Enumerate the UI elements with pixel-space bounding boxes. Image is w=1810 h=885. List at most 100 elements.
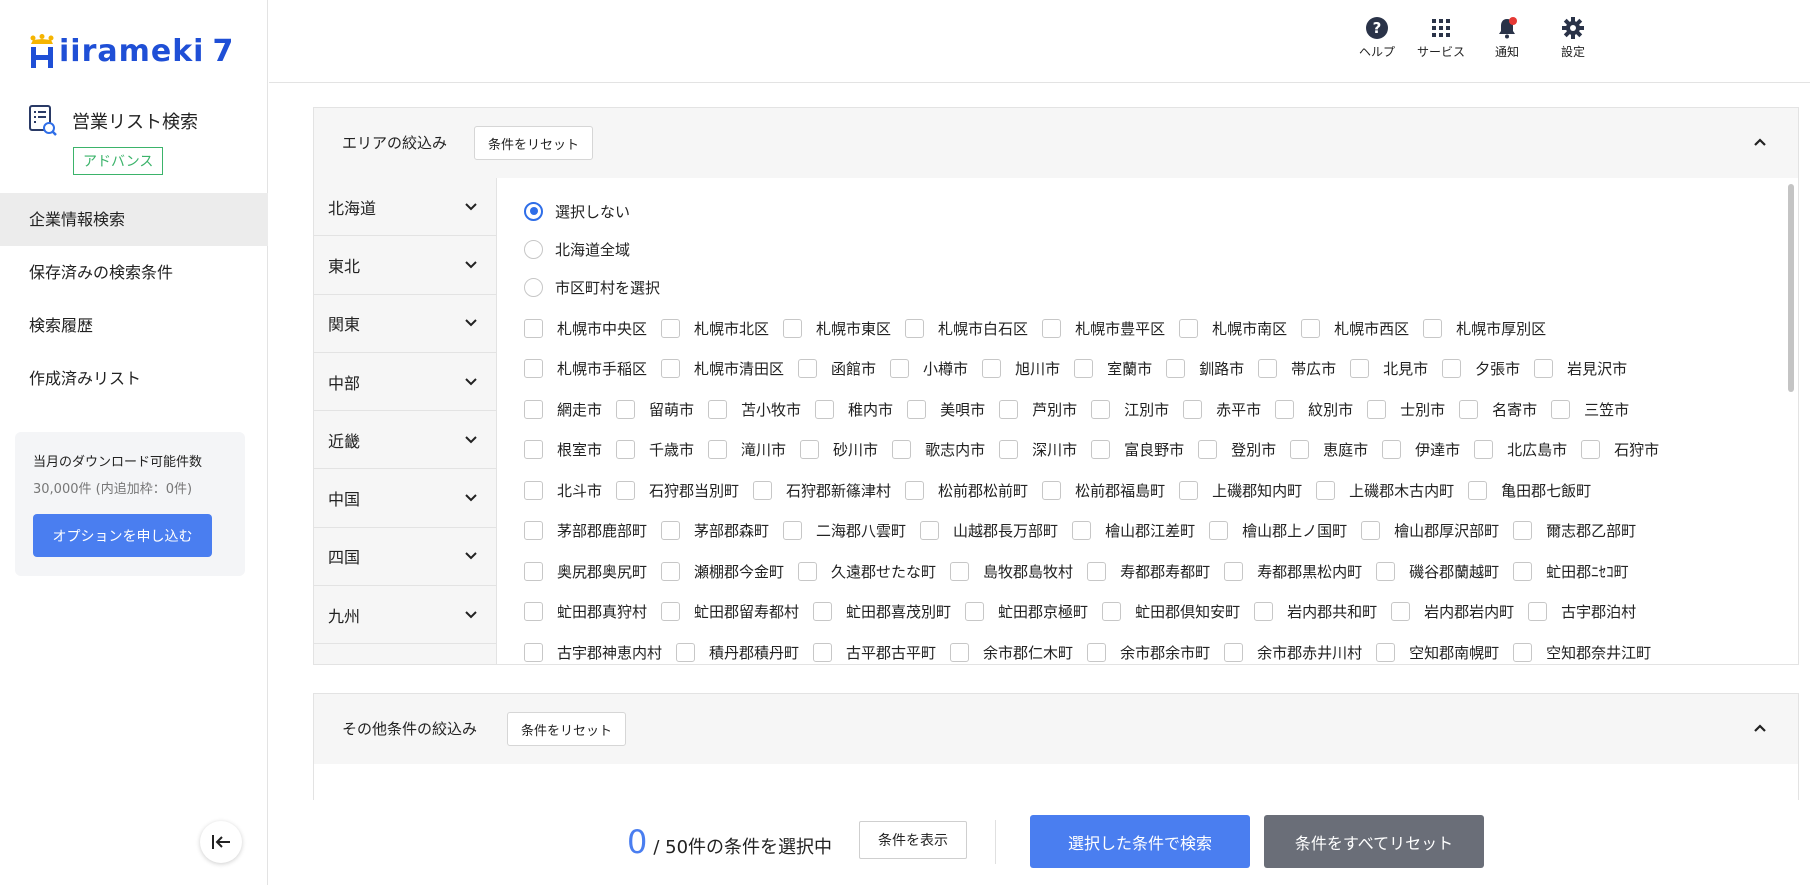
checkbox-box[interactable]	[661, 359, 681, 379]
municipality-checkbox[interactable]: 網走市	[524, 399, 602, 420]
municipality-checkbox[interactable]: 札幌市中央区	[524, 318, 647, 339]
municipality-checkbox[interactable]: 松前郡松前町	[905, 480, 1028, 501]
municipality-checkbox[interactable]: 北見市	[1350, 358, 1428, 379]
region-item[interactable]: 中国	[314, 469, 496, 528]
checkbox-box[interactable]	[950, 642, 970, 662]
region-item[interactable]: 四国	[314, 528, 496, 587]
sidebar-item-search-history[interactable]: 検索履歴	[0, 299, 268, 352]
region-item[interactable]: 東北	[314, 236, 496, 295]
municipality-checkbox[interactable]: 寿都郡黒松内町	[1224, 561, 1362, 582]
municipality-checkbox[interactable]: 江別市	[1091, 399, 1169, 420]
checkbox-box[interactable]	[661, 561, 681, 581]
checkbox-box[interactable]	[1087, 561, 1107, 581]
checkbox-box[interactable]	[1513, 561, 1533, 581]
municipality-checkbox[interactable]: 檜山郡厚沢部町	[1361, 520, 1499, 541]
services-button[interactable]: サービス	[1411, 16, 1471, 60]
checkbox-box[interactable]	[524, 561, 543, 581]
municipality-checkbox[interactable]: 千歳市	[616, 439, 694, 460]
municipality-checkbox[interactable]: 登別市	[1198, 439, 1276, 460]
settings-button[interactable]: 設定	[1543, 16, 1603, 60]
municipality-checkbox[interactable]: 積丹郡積丹町	[676, 642, 799, 663]
municipality-checkbox[interactable]: 富良野市	[1091, 439, 1184, 460]
municipality-checkbox[interactable]: 恵庭市	[1290, 439, 1368, 460]
radio-button[interactable]	[524, 277, 543, 297]
area-filter-header[interactable]: エリアの絞込み 条件をリセット	[314, 108, 1798, 178]
checkbox-box[interactable]	[1072, 521, 1092, 541]
municipality-checkbox[interactable]: 古平郡古平町	[813, 642, 936, 663]
municipality-checkbox[interactable]: 石狩郡当別町	[616, 480, 739, 501]
municipality-checkbox[interactable]: 札幌市手稲区	[524, 358, 647, 379]
checkbox-box[interactable]	[1290, 440, 1310, 460]
checkbox-box[interactable]	[798, 561, 818, 581]
logo[interactable]: iirameki 7	[27, 30, 233, 70]
checkbox-box[interactable]	[661, 318, 681, 338]
sidebar-item-company-search[interactable]: 企業情報検索	[0, 193, 268, 246]
municipality-checkbox[interactable]: 寿都郡寿都町	[1087, 561, 1210, 582]
municipality-checkbox[interactable]: 根室市	[524, 439, 602, 460]
municipality-checkbox[interactable]: 虻田郡京極町	[965, 601, 1088, 622]
checkbox-box[interactable]	[1042, 318, 1062, 338]
chevron-up-icon[interactable]	[1752, 134, 1768, 150]
municipality-checkbox[interactable]: 伊達市	[1382, 439, 1460, 460]
municipality-checkbox[interactable]: 札幌市豊平区	[1042, 318, 1165, 339]
checkbox-box[interactable]	[798, 359, 818, 379]
region-item[interactable]: 関東	[314, 295, 496, 353]
municipality-checkbox[interactable]: 歌志内市	[892, 439, 985, 460]
municipality-checkbox[interactable]: 北斗市	[524, 480, 602, 501]
checkbox-box[interactable]	[1316, 480, 1336, 500]
checkbox-box[interactable]	[905, 318, 925, 338]
municipality-checkbox[interactable]: 札幌市東区	[783, 318, 891, 339]
checkbox-box[interactable]	[1209, 521, 1229, 541]
radio-button[interactable]	[524, 239, 543, 259]
municipality-checkbox[interactable]: 砂川市	[800, 439, 878, 460]
checkbox-box[interactable]	[1254, 602, 1274, 622]
region-item[interactable]: 中部	[314, 353, 496, 412]
municipality-checkbox[interactable]: 上磯郡木古内町	[1316, 480, 1454, 501]
checkbox-box[interactable]	[783, 318, 803, 338]
municipality-checkbox[interactable]: 茅部郡鹿部町	[524, 520, 647, 541]
municipality-checkbox[interactable]: 古宇郡神恵内村	[524, 642, 662, 663]
municipality-checkbox[interactable]: 余市郡赤井川村	[1224, 642, 1362, 663]
checkbox-box[interactable]	[524, 480, 543, 500]
checkbox-box[interactable]	[1442, 359, 1462, 379]
municipality-checkbox[interactable]: 余市郡仁木町	[950, 642, 1073, 663]
municipality-checkbox[interactable]: 小樽市	[890, 358, 968, 379]
checkbox-box[interactable]	[783, 521, 803, 541]
show-conditions-button[interactable]: 条件を表示	[859, 821, 967, 859]
checkbox-box[interactable]	[1224, 642, 1244, 662]
checkbox-box[interactable]	[982, 359, 1002, 379]
municipality-checkbox[interactable]: 久遠郡せたな町	[798, 561, 936, 582]
checkbox-box[interactable]	[1361, 521, 1381, 541]
sidebar-item-saved-conditions[interactable]: 保存済みの検索条件	[0, 246, 268, 299]
municipality-checkbox[interactable]: 二海郡八雲町	[783, 520, 906, 541]
checkbox-box[interactable]	[1258, 359, 1278, 379]
municipality-checkbox[interactable]: 紋別市	[1275, 399, 1353, 420]
municipality-checkbox[interactable]: 空知郡南幌町	[1376, 642, 1499, 663]
checkbox-box[interactable]	[1376, 642, 1396, 662]
checkbox-box[interactable]	[524, 318, 543, 338]
apply-option-button[interactable]: オプションを申し込む	[33, 514, 212, 557]
checkbox-box[interactable]	[1376, 561, 1396, 581]
checkbox-box[interactable]	[661, 602, 681, 622]
checkbox-box[interactable]	[1179, 480, 1199, 500]
checkbox-box[interactable]	[813, 642, 833, 662]
municipality-checkbox[interactable]: 石狩郡新篠津村	[753, 480, 891, 501]
other-reset-button[interactable]: 条件をリセット	[507, 712, 627, 746]
municipality-checkbox[interactable]: 札幌市厚別区	[1423, 318, 1546, 339]
checkbox-box[interactable]	[1091, 440, 1111, 460]
municipality-checkbox[interactable]: 空知郡奈井江町	[1513, 642, 1651, 663]
municipality-checkbox[interactable]: 虻田郡倶知安町	[1102, 601, 1240, 622]
municipality-checkbox[interactable]: 瀬棚郡今金町	[661, 561, 784, 582]
checkbox-box[interactable]	[616, 440, 636, 460]
checkbox-box[interactable]	[753, 480, 773, 500]
checkbox-box[interactable]	[524, 602, 543, 622]
radio-option[interactable]: 北海道全域	[524, 230, 1784, 268]
checkbox-box[interactable]	[920, 521, 940, 541]
checkbox-box[interactable]	[890, 359, 910, 379]
municipality-checkbox[interactable]: 虻田郡喜茂別町	[813, 601, 951, 622]
municipality-checkbox[interactable]: 虻田郡留寿都村	[661, 601, 799, 622]
municipality-checkbox[interactable]: 釧路市	[1166, 358, 1244, 379]
municipality-checkbox[interactable]: 札幌市白石区	[905, 318, 1028, 339]
checkbox-box[interactable]	[999, 399, 1019, 419]
region-item[interactable]: 近畿	[314, 411, 496, 470]
